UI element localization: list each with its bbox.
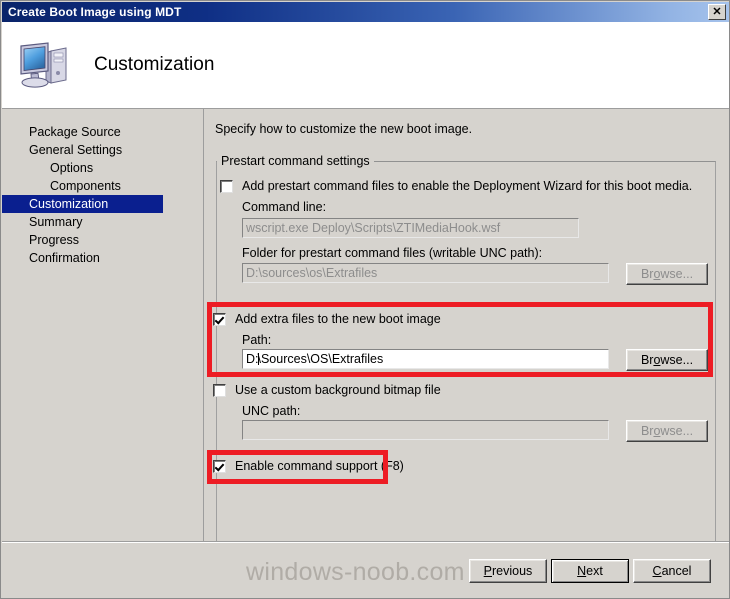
wizard-step-list: Package Source General Settings Options … bbox=[2, 109, 203, 598]
extra-files-path-value-after: \Sources\OS\Extrafiles bbox=[257, 352, 384, 366]
close-button[interactable]: ✕ bbox=[708, 4, 726, 20]
sidebar-item-package-source[interactable]: Package Source bbox=[2, 123, 203, 141]
computer-icon bbox=[18, 40, 72, 90]
title-bar: Create Boot Image using MDT ✕ bbox=[2, 2, 729, 22]
header-banner: Customization bbox=[2, 22, 729, 108]
page-title: Customization bbox=[94, 54, 215, 75]
previous-button-label: Previous bbox=[483, 564, 533, 578]
prestart-folder-browse-button: Browse... bbox=[626, 263, 708, 285]
wizard-step-list-inner: Package Source General Settings Options … bbox=[2, 109, 203, 267]
unc-path-label: UNC path: bbox=[242, 404, 301, 418]
extra-files-browse-label: Browse... bbox=[640, 353, 694, 367]
sidebar-item-general-settings[interactable]: General Settings bbox=[2, 141, 203, 159]
command-line-input: wscript.exe Deploy\Scripts\ZTIMediaHook.… bbox=[242, 218, 579, 238]
sidebar-item-summary[interactable]: Summary bbox=[2, 213, 203, 231]
prestart-folder-input: D:\sources\os\Extrafiles bbox=[242, 263, 609, 283]
extra-files-path-label: Path: bbox=[242, 333, 272, 347]
next-button[interactable]: Next bbox=[551, 559, 629, 583]
enable-command-support-checkbox[interactable] bbox=[213, 460, 226, 473]
sidebar-item-confirmation[interactable]: Confirmation bbox=[2, 249, 203, 267]
intro-text: Specify how to customize the new boot im… bbox=[215, 122, 473, 136]
use-custom-background-bitmap-checkbox[interactable] bbox=[213, 384, 226, 397]
watermark: windows-noob.com bbox=[246, 558, 465, 586]
add-extra-files-checkbox[interactable] bbox=[213, 313, 226, 326]
window-title: Create Boot Image using MDT bbox=[8, 5, 182, 19]
unc-path-browse-label: Browse... bbox=[640, 424, 694, 438]
cancel-button[interactable]: Cancel bbox=[633, 559, 711, 583]
use-custom-background-bitmap-row[interactable]: Use a custom background bitmap file bbox=[213, 383, 441, 397]
close-icon: ✕ bbox=[712, 5, 722, 18]
next-button-label: Next bbox=[577, 564, 603, 578]
add-prestart-command-files-checkbox[interactable] bbox=[220, 180, 233, 193]
enable-command-support-label: Enable command support (F8) bbox=[235, 459, 404, 473]
extra-files-browse-button[interactable]: Browse... bbox=[626, 349, 708, 371]
use-custom-background-bitmap-label: Use a custom background bitmap file bbox=[235, 383, 441, 397]
unc-path-browse-button: Browse... bbox=[626, 420, 708, 442]
add-extra-files-row[interactable]: Add extra files to the new boot image bbox=[213, 312, 441, 326]
previous-button[interactable]: Previous bbox=[469, 559, 547, 583]
sidebar-item-progress[interactable]: Progress bbox=[2, 231, 203, 249]
add-prestart-command-files-row[interactable]: Add prestart command files to enable the… bbox=[220, 179, 692, 193]
add-extra-files-label: Add extra files to the new boot image bbox=[235, 312, 441, 326]
unc-path-input bbox=[242, 420, 609, 440]
wizard-dialog: Create Boot Image using MDT ✕ Customizat… bbox=[0, 0, 730, 599]
sidebar-item-options[interactable]: Options bbox=[2, 159, 203, 177]
sidebar-item-customization[interactable]: Customization bbox=[2, 195, 163, 213]
command-line-label: Command line: bbox=[242, 200, 327, 214]
cancel-button-label: Cancel bbox=[652, 564, 692, 578]
extra-files-path-input[interactable]: D:\Sources\OS\Extrafiles bbox=[242, 349, 609, 369]
prestart-folder-label: Folder for prestart command files (writa… bbox=[242, 246, 543, 260]
sidebar-item-components[interactable]: Components bbox=[2, 177, 203, 195]
groupbox-legend: Prestart command settings bbox=[217, 154, 374, 168]
add-prestart-command-files-label: Add prestart command files to enable the… bbox=[242, 179, 693, 193]
prestart-folder-browse-label: Browse... bbox=[640, 267, 694, 281]
enable-command-support-row[interactable]: Enable command support (F8) bbox=[213, 459, 404, 473]
